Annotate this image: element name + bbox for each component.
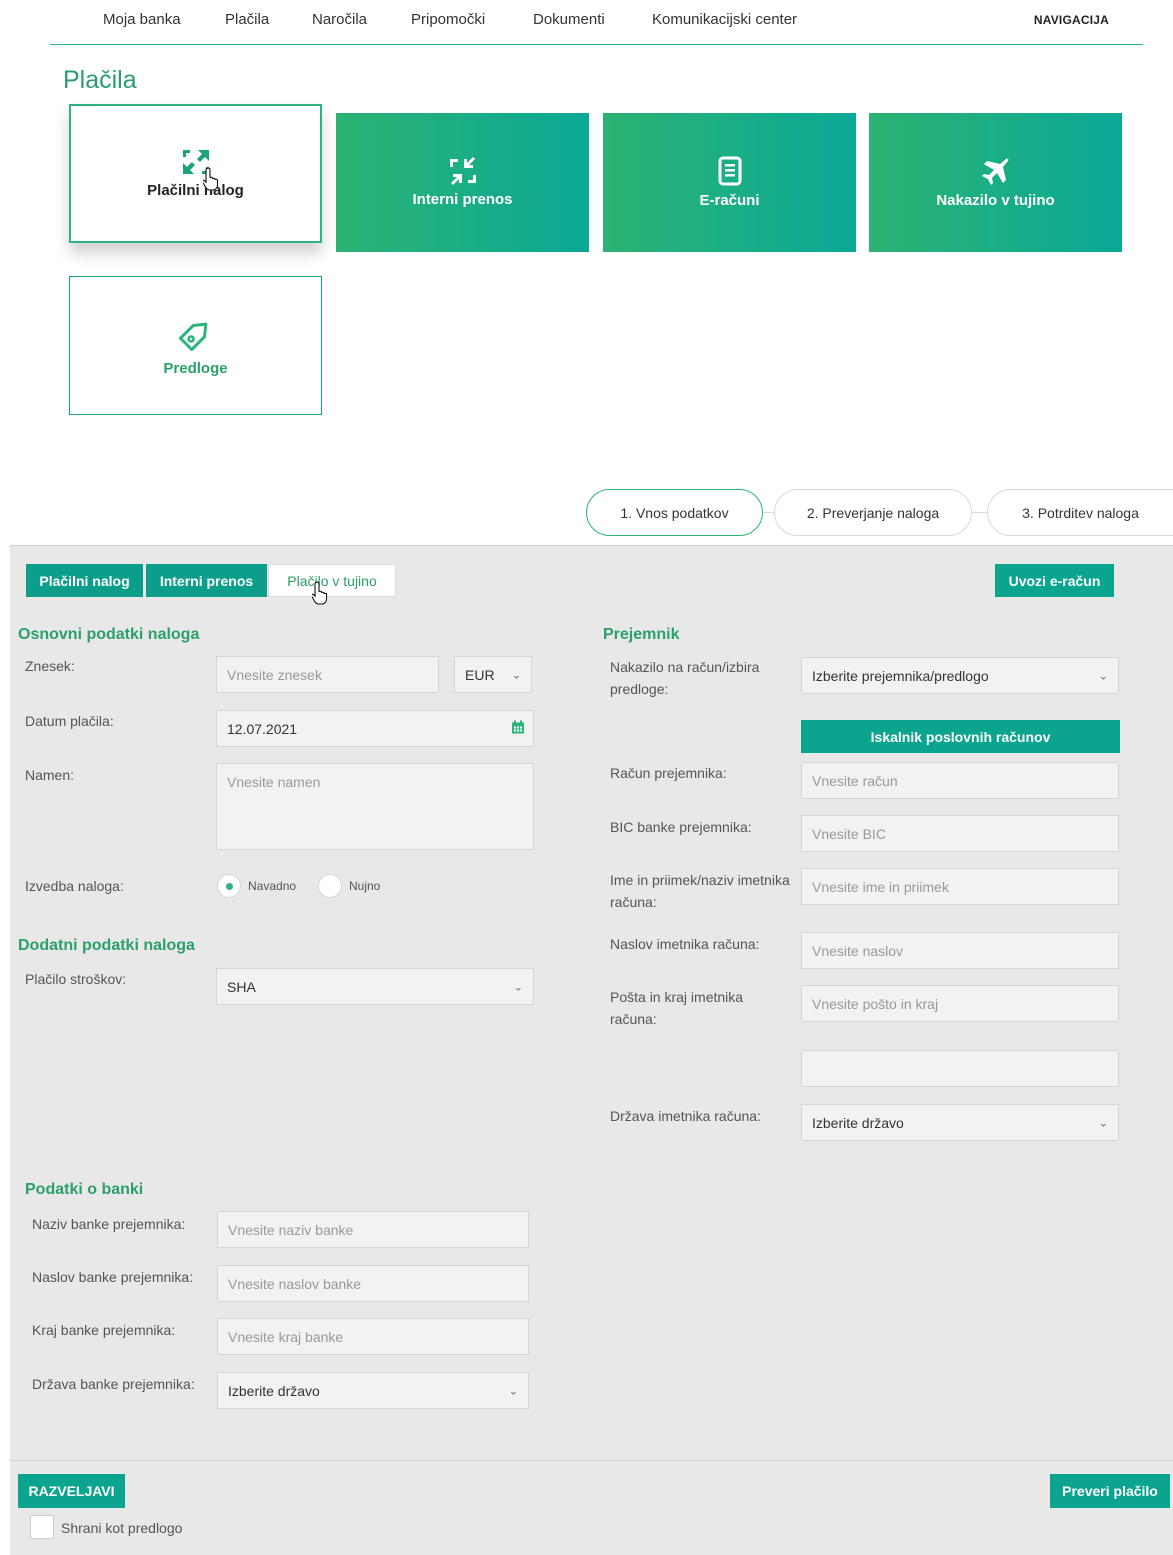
account-label: Račun prejemnika: [610,765,727,781]
section-title-basic: Osnovni podatki naloga [18,626,200,643]
holder-address-input[interactable]: Vnesite naslov [801,932,1119,969]
purpose-label: Namen: [25,767,75,783]
chevron-down-icon: ⌄ [511,669,521,681]
navigation-menu-link[interactable]: NAVIGACIJA [1034,13,1109,27]
holder-extra-input[interactable] [801,1050,1119,1087]
nav-item-pripomocki[interactable]: Pripomočki [411,11,485,28]
bank-country-value: Izberite državo [228,1382,320,1399]
step-vnos-podatkov: 1. Vnos podatkov [586,489,763,536]
radio-label: Nujno [349,879,381,893]
amount-input[interactable]: Vnesite znesek [216,656,439,693]
bank-address-input[interactable]: Vnesite naslov banke [217,1265,529,1302]
bank-country-select[interactable]: Izberite državo ⌄ [217,1372,529,1409]
calendar-icon[interactable] [511,720,525,737]
tile-label: Interni prenos [412,191,513,208]
transfer-label: Nakazilo na račun/izbira predloge: [610,659,760,697]
account-input[interactable]: Vnesite račun [801,762,1119,799]
tile-predloge[interactable]: Predloge [69,276,322,415]
save-template-label: Shrani kot predlogo [61,1520,183,1536]
nav-item-komunikacijski-center[interactable]: Komunikacijski center [652,11,797,28]
airplane-icon [981,156,1011,186]
check-payment-button[interactable]: Preveri plačilo [1050,1474,1170,1508]
save-template-checkbox[interactable] [30,1515,54,1539]
compress-arrows-icon [448,157,478,185]
holder-address-label: Naslov imetnika računa: [610,936,760,952]
step-connector [972,512,987,513]
tile-label: Nakazilo v tujino [936,192,1055,209]
import-e-invoice-button[interactable]: Uvozi e-račun [995,564,1114,597]
chevron-down-icon: ⌄ [513,981,523,993]
nav-item-placila[interactable]: Plačila [225,11,269,28]
holder-name-input[interactable]: Vnesite ime in priimek [801,868,1119,905]
step-preverjanje-naloga: 2. Preverjanje naloga [774,489,972,536]
bic-label: BIC banke prejemnika: [610,819,752,835]
radio-nujno[interactable]: Nujno [318,874,380,898]
bank-address-label: Naslov banke prejemnika: [32,1269,194,1285]
tile-label: Predloge [163,360,228,377]
business-account-search-button[interactable]: Iskalnik poslovnih računov [801,720,1120,753]
holder-country-label: Država imetnika računa: [610,1108,761,1124]
chevron-down-icon: ⌄ [1098,1117,1108,1129]
radio-circle [318,874,342,898]
tile-interni-prenos[interactable]: Interni prenos [336,113,589,252]
reset-button[interactable]: RAZVELJAVI [18,1474,125,1508]
nav-item-moja-banka[interactable]: Moja banka [103,11,181,28]
nav-item-dokumenti[interactable]: Dokumenti [533,11,605,28]
bank-name-label: Naziv banke prejemnika: [32,1216,186,1232]
page-title: Plačila [63,66,137,94]
payment-date-label: Datum plačila: [25,713,114,729]
nav-item-narocila[interactable]: Naročila [312,11,367,28]
bic-input[interactable]: Vnesite BIC [801,815,1119,852]
purpose-textarea[interactable]: Vnesite namen [216,763,534,850]
bank-name-input[interactable]: Vnesite naziv banke [217,1211,529,1248]
holder-post-input[interactable]: Vnesite pošto in kraj [801,985,1119,1022]
chevron-down-icon: ⌄ [1098,670,1108,682]
radio-circle [217,874,241,898]
document-list-icon [718,156,742,186]
recipient-template-select[interactable]: Izberite prejemnika/predlogo ⌄ [801,657,1119,694]
costs-label: Plačilo stroškov: [25,971,127,987]
holder-country-select[interactable]: Izberite državo ⌄ [801,1104,1119,1141]
tile-placilni-nalog[interactable]: Plačilni nalog [69,104,322,243]
tile-e-racuni[interactable]: E-računi [603,113,856,252]
payment-date-value: 12.07.2021 [227,720,298,737]
expand-arrows-icon [181,148,211,176]
tab-interni-prenos[interactable]: Interni prenos [146,564,267,597]
recipient-template-value: Izberite prejemnika/predlogo [812,667,989,684]
costs-select[interactable]: SHA ⌄ [216,968,534,1005]
costs-value: SHA [227,978,256,995]
step-potrditev-naloga: 3. Potrditev naloga [987,489,1173,536]
section-title-bank: Podatki o banki [25,1181,144,1198]
tile-nakazilo-v-tujino[interactable]: Nakazilo v tujino [869,113,1122,252]
holder-post-label: Pošta in kraj imetnika računa: [610,989,744,1027]
tile-label: E-računi [699,192,760,209]
holder-name-label: Ime in priimek/naziv imetnika računa: [610,872,790,910]
chevron-down-icon: ⌄ [508,1385,518,1397]
tab-placilo-v-tujino[interactable]: Plačilo v tujino [268,564,396,597]
section-title-recipient: Prejemnik [603,626,680,643]
amount-label: Znesek: [25,658,75,674]
radio-label: Navadno [248,879,297,893]
bank-country-label: Država banke prejemnika: [32,1376,195,1392]
step-connector [763,512,774,513]
tab-placilni-nalog[interactable]: Plačilni nalog [26,564,143,597]
currency-value: EUR [465,666,495,683]
tag-icon [176,314,216,354]
execution-label: Izvedba naloga: [25,878,124,894]
radio-navadno[interactable]: Navadno [217,874,296,898]
tile-label: Plačilni nalog [147,182,244,199]
section-title-additional: Dodatni podatki naloga [18,937,195,954]
top-navigation: Moja banka Plačila Naročila Pripomočki D… [50,0,1143,45]
footer-divider [10,1460,1173,1461]
currency-select[interactable]: EUR ⌄ [454,656,532,693]
payment-date-input[interactable]: 12.07.2021 [216,710,534,747]
holder-country-value: Izberite državo [812,1114,904,1131]
bank-city-input[interactable]: Vnesite kraj banke [217,1318,529,1355]
bank-city-label: Kraj banke prejemnika: [32,1322,176,1338]
